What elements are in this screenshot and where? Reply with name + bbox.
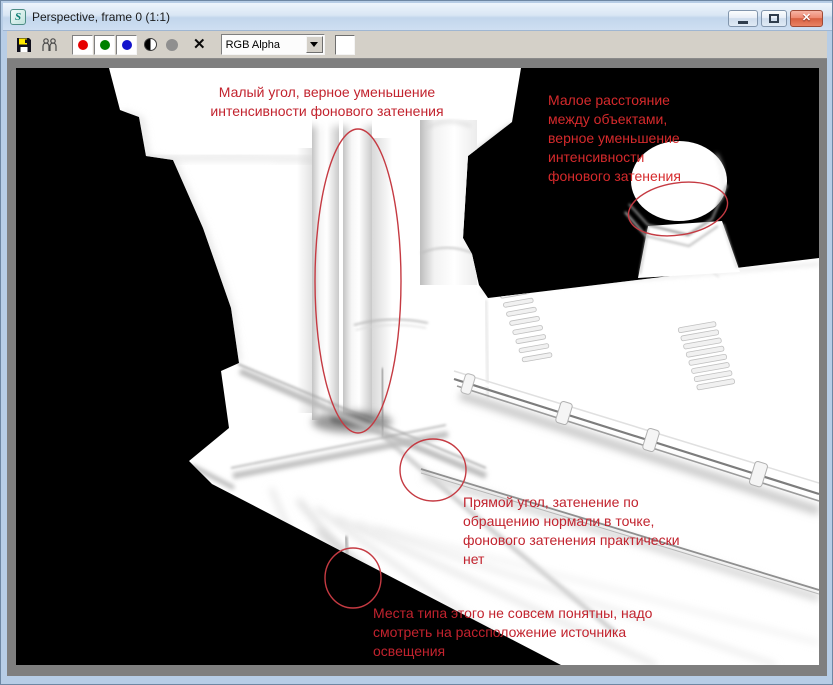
green-channel-button[interactable] xyxy=(94,35,115,55)
blue-channel-icon xyxy=(122,40,132,50)
annotation-line: обращению нормали в точке, xyxy=(463,512,680,531)
annotation-line: интенсивности xyxy=(548,148,681,167)
alpha-icon xyxy=(166,39,178,51)
chevron-down-icon xyxy=(310,42,318,47)
annotation-line: нет xyxy=(463,550,680,569)
maximize-icon xyxy=(769,14,779,23)
window-controls: ✕ xyxy=(728,10,823,27)
render-canvas: Малый угол, верное уменьшение интенсивно… xyxy=(16,68,819,665)
annotation-line: Малое расстояние xyxy=(548,91,681,110)
save-button[interactable] xyxy=(16,37,32,53)
blue-channel-button[interactable] xyxy=(116,35,137,55)
annotation-line: верное уменьшение xyxy=(548,129,681,148)
annotation-line: фонового затенения практически xyxy=(463,531,680,550)
rendered-scene xyxy=(16,68,819,665)
annotation-line: Места типа этого не совсем понятны, надо xyxy=(373,604,652,623)
annotation-small-angle: Малый угол, верное уменьшение интенсивно… xyxy=(206,83,448,121)
minimize-button[interactable] xyxy=(728,10,758,27)
window-title: Perspective, frame 0 (1:1) xyxy=(32,10,170,24)
render-frame-window: S Perspective, frame 0 (1:1) ✕ xyxy=(0,0,833,685)
close-icon: ✕ xyxy=(802,13,811,24)
viewport-frame: Малый угол, верное уменьшение интенсивно… xyxy=(7,59,827,676)
background-color-swatch[interactable] xyxy=(335,35,355,55)
annotation-unclear-places: Места типа этого не совсем понятны, надо… xyxy=(373,604,652,661)
annotation-line: освещения xyxy=(373,642,652,661)
clone-icon xyxy=(40,37,60,52)
clear-x-icon: ✕ xyxy=(193,37,206,52)
monochrome-icon xyxy=(144,38,157,51)
annotation-line: смотреть на рассположение источника xyxy=(373,623,652,642)
annotation-line: интенсивности фонового затенения xyxy=(206,102,448,121)
minimize-icon xyxy=(738,21,748,24)
annotation-line: Малый угол, верное уменьшение xyxy=(206,83,448,102)
annotation-line: между объектами, xyxy=(548,110,681,129)
red-channel-icon xyxy=(78,40,88,50)
dropdown-arrow-button[interactable] xyxy=(306,36,323,53)
annotation-line: Прямой угол, затенение по xyxy=(463,493,680,512)
app-icon: S xyxy=(10,9,26,25)
red-channel-button[interactable] xyxy=(72,35,93,55)
close-button[interactable]: ✕ xyxy=(790,10,823,27)
channel-display-dropdown[interactable]: RGB Alpha xyxy=(221,34,325,55)
titlebar: S Perspective, frame 0 (1:1) ✕ xyxy=(3,3,832,31)
toolbar: ✕ RGB Alpha xyxy=(7,31,827,59)
floppy-disk-icon xyxy=(16,37,32,53)
alpha-button[interactable] xyxy=(166,39,178,51)
green-channel-icon xyxy=(100,40,110,50)
annotation-right-angle: Прямой угол, затенение по обращению норм… xyxy=(463,493,680,569)
clear-button[interactable]: ✕ xyxy=(193,37,206,52)
channel-display-value: RGB Alpha xyxy=(222,39,306,51)
annotation-line: фонового затенения xyxy=(548,167,681,186)
maximize-button[interactable] xyxy=(761,10,787,27)
annotation-small-distance: Малое расстояние между объектами, верное… xyxy=(548,91,681,186)
monochrome-button[interactable] xyxy=(144,38,157,51)
clone-rendered-frame-button[interactable] xyxy=(40,37,60,52)
